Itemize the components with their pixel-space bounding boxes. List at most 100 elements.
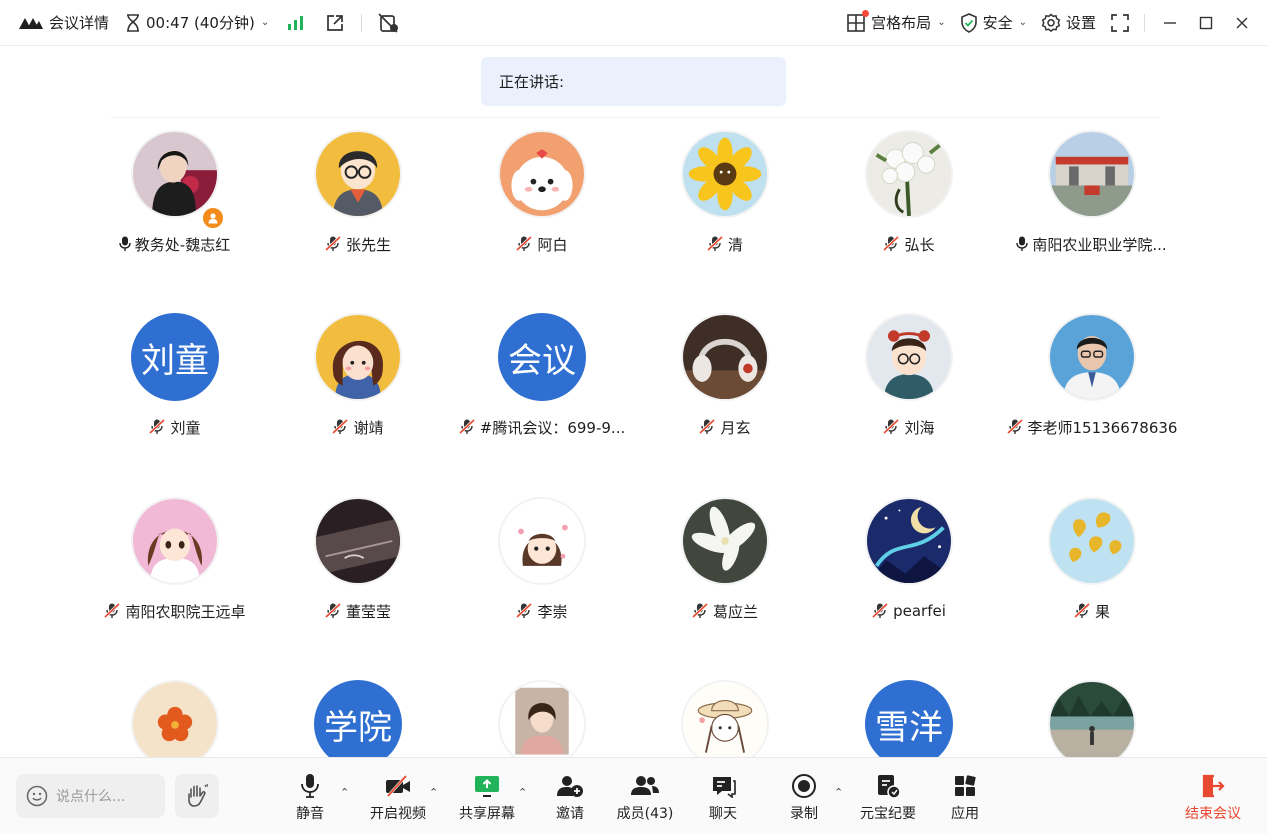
participant-name: 弘长 bbox=[817, 234, 1000, 254]
exit-icon bbox=[1202, 774, 1225, 798]
participant-tile[interactable]: 阿白 bbox=[450, 130, 633, 280]
record-label: 录制 bbox=[790, 806, 818, 822]
microphone-muted-icon bbox=[872, 603, 889, 619]
participant-grid: 教务处-魏志红 张先生 阿白清弘长 南阳农业职业学院... 刘童 刘童谢靖 会议 #腾讯会议：… bbox=[0, 0, 1267, 757]
participant-name-text: 董莹莹 bbox=[345, 602, 391, 621]
participant-name: 月玄 bbox=[633, 417, 816, 437]
participant-name-text: 谢靖 bbox=[353, 418, 384, 437]
apps-button[interactable]: 应用 bbox=[930, 772, 1000, 824]
cartoon-boy-bear-ears-icon bbox=[865, 313, 953, 401]
participant-tile[interactable]: 南阳农职院王远卓 bbox=[83, 497, 266, 647]
photo-man-icon bbox=[1048, 313, 1136, 401]
participant-tile[interactable]: 刘童 刘童 bbox=[83, 313, 266, 463]
members-button[interactable]: 成员(43) bbox=[610, 772, 680, 824]
microphone-muted-icon bbox=[149, 419, 166, 435]
quick-chat-input[interactable]: 说点什么... bbox=[16, 774, 165, 818]
chat-button[interactable]: 聊天 bbox=[688, 772, 758, 824]
participant-tile[interactable]: pearfei bbox=[817, 497, 1000, 647]
participant-name-text: 刘海 bbox=[904, 418, 935, 437]
participant-tile[interactable]: 学院 bbox=[266, 680, 449, 757]
participant-tile[interactable]: 李崇 bbox=[450, 497, 633, 647]
record-button[interactable]: 录制 bbox=[769, 772, 839, 824]
participant-tile[interactable]: 南阳农业职业学院... bbox=[1000, 130, 1183, 280]
ginkgo-leaves-icon bbox=[1048, 497, 1136, 585]
participant-tile[interactable]: 果 bbox=[1000, 497, 1183, 647]
bottom-toolbar: 说点什么... 静音 ⌃ 开启视频 ⌃ 共享屏幕 ⌃ 邀请 成员(43) 聊天 … bbox=[0, 757, 1267, 834]
microphone-muted-icon bbox=[883, 236, 900, 252]
participant-name-text: 月玄 bbox=[720, 418, 751, 437]
participant-name: 阿白 bbox=[450, 234, 633, 254]
participant-tile[interactable] bbox=[450, 680, 633, 757]
participant-name: 李崇 bbox=[450, 601, 633, 621]
microphone-muted-icon bbox=[324, 603, 342, 619]
chat-bubble-icon bbox=[713, 777, 736, 798]
participant-name-text: 张先生 bbox=[345, 235, 391, 254]
ai-notes-icon bbox=[878, 775, 901, 799]
share-options-chevron-icon[interactable]: ⌃ bbox=[518, 786, 527, 799]
participant-tile[interactable]: 董莹莹 bbox=[266, 497, 449, 647]
participant-tile[interactable]: 张先生 bbox=[266, 130, 449, 280]
raise-hand-button[interactable] bbox=[175, 774, 219, 818]
microphone-muted-icon bbox=[691, 603, 709, 619]
start-video-button[interactable]: 开启视频 bbox=[363, 772, 433, 824]
microphone-muted-icon bbox=[324, 236, 342, 252]
invite-label: 邀请 bbox=[556, 806, 584, 822]
mute-label: 静音 bbox=[296, 806, 324, 822]
participant-tile[interactable] bbox=[83, 680, 266, 757]
sunflower-icon bbox=[681, 130, 769, 218]
photo-woman-icon bbox=[131, 130, 219, 218]
microphone-icon bbox=[301, 774, 319, 798]
participant-tile[interactable]: 李老师15136678636 bbox=[1000, 313, 1183, 463]
microphone-muted-icon bbox=[699, 419, 716, 435]
anime-girl-icon bbox=[131, 497, 219, 585]
participant-name-text: 李老师15136678636 bbox=[1027, 418, 1178, 437]
participant-name: 葛应兰 bbox=[633, 601, 816, 621]
participant-tile[interactable]: 会议 #腾讯会议：699-9... bbox=[450, 313, 633, 463]
participant-tile[interactable] bbox=[633, 680, 816, 757]
participant-name: 南阳农职院王远卓 bbox=[83, 601, 266, 621]
microphone-muted-icon bbox=[883, 419, 900, 435]
participant-tile[interactable]: 弘长 bbox=[817, 130, 1000, 280]
share-screen-button[interactable]: 共享屏幕 bbox=[452, 772, 522, 824]
avatar-text: 雪洋 bbox=[865, 680, 953, 757]
microphone-muted-icon bbox=[516, 236, 533, 252]
participant-tile[interactable]: 月玄 bbox=[633, 313, 816, 463]
mute-options-chevron-icon[interactable]: ⌃ bbox=[340, 786, 349, 799]
microphone-muted-icon bbox=[1073, 603, 1091, 619]
participant-tile[interactable]: 清 bbox=[633, 130, 816, 280]
participant-name-text: 果 bbox=[1094, 602, 1110, 621]
participant-tile[interactable]: 葛应兰 bbox=[633, 497, 816, 647]
microphone-muted-icon bbox=[104, 603, 121, 619]
participant-tile[interactable]: 教务处-魏志红 bbox=[83, 130, 266, 280]
record-options-chevron-icon[interactable]: ⌃ bbox=[834, 786, 843, 799]
sketch-girl-hat-icon bbox=[681, 680, 769, 757]
participant-tile[interactable] bbox=[1000, 680, 1183, 757]
headphones-icon bbox=[681, 313, 769, 401]
participant-name: 谢靖 bbox=[266, 417, 449, 437]
smiley-icon bbox=[26, 785, 48, 807]
participant-tile[interactable]: 刘海 bbox=[817, 313, 1000, 463]
record-icon bbox=[792, 774, 816, 798]
invite-button[interactable]: 邀请 bbox=[535, 772, 605, 824]
host-badge-icon bbox=[201, 206, 225, 230]
apps-label: 应用 bbox=[951, 806, 979, 822]
participant-name: 张先生 bbox=[266, 234, 449, 254]
participant-tile[interactable]: 雪洋 bbox=[817, 680, 1000, 757]
landscape-person-icon bbox=[1048, 680, 1136, 757]
cartoon-boy-glasses-icon bbox=[314, 130, 402, 218]
participant-name-text: 弘长 bbox=[904, 235, 935, 254]
participant-name-text: 南阳农业职业学院... bbox=[1032, 235, 1167, 254]
cartoon-dog-icon bbox=[498, 130, 586, 218]
participant-name-text: 教务处-魏志红 bbox=[134, 235, 231, 254]
participant-tile[interactable]: 谢靖 bbox=[266, 313, 449, 463]
add-user-icon bbox=[557, 776, 583, 797]
end-meeting-button[interactable]: 结束会议 bbox=[1178, 772, 1248, 824]
mute-button[interactable]: 静音 bbox=[275, 772, 345, 824]
microphone-muted-icon bbox=[516, 603, 533, 619]
ai-notes-button[interactable]: 元宝纪要 bbox=[853, 772, 923, 824]
chat-placeholder: 说点什么... bbox=[56, 789, 126, 805]
video-options-chevron-icon[interactable]: ⌃ bbox=[429, 786, 438, 799]
participant-name-text: 南阳农职院王远卓 bbox=[125, 602, 246, 621]
college-gate-icon bbox=[1048, 130, 1136, 218]
members-label: 成员(43) bbox=[616, 806, 674, 822]
